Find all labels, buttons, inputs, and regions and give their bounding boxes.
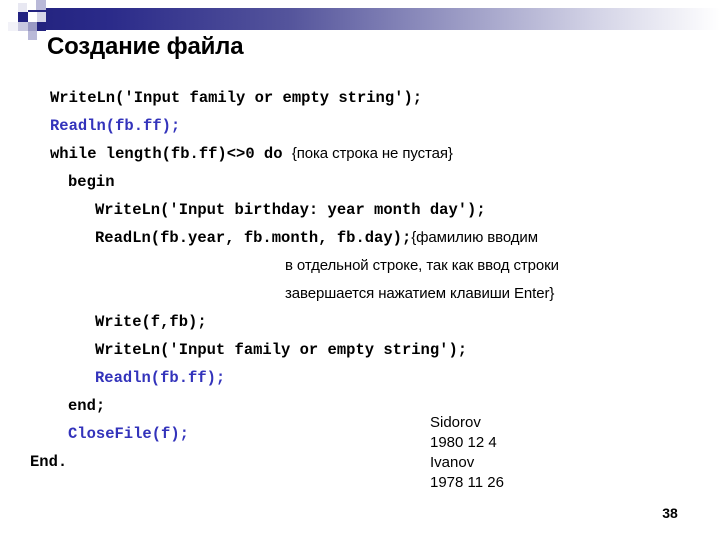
sample-output-line: Ivanov	[430, 454, 475, 471]
code-line: ReadLn(fb.year, fb.month, fb.day);{фамил…	[0, 224, 720, 252]
sample-output-line: 1980 12 4	[430, 434, 497, 451]
code-line: End.	[0, 448, 720, 476]
code-comment: {пока строка не пустая}	[291, 145, 453, 162]
header-accent-bar	[28, 8, 720, 30]
code-line: CloseFile(f);	[0, 420, 720, 448]
code-line: Write(f,fb);	[0, 308, 720, 336]
decoration-square	[37, 12, 46, 22]
code-comment: в отдельной строке, так как ввод строки	[285, 257, 559, 274]
code-line: end;	[0, 392, 720, 420]
code-line: WriteLn('Input family or empty string');	[0, 336, 720, 364]
code-text: ReadLn(fb.year, fb.month, fb.day);	[95, 229, 412, 247]
code-keyword: CloseFile(f);	[68, 425, 189, 443]
page-number: 38	[662, 505, 678, 521]
code-comment: {фамилию вводим	[411, 229, 538, 246]
code-block: WriteLn('Input family or empty string');…	[0, 84, 720, 476]
decoration-square	[28, 31, 37, 40]
decoration-square	[18, 12, 28, 22]
code-text: begin	[68, 173, 115, 191]
code-keyword: Readln(fb.ff);	[50, 117, 181, 135]
page-title: Создание файла	[47, 33, 244, 60]
code-text: WriteLn('Input family or empty string');	[95, 341, 468, 359]
code-line: WriteLn('Input birthday: year month day'…	[0, 196, 720, 224]
code-comment: завершается нажатием клавиши Enter}	[285, 285, 555, 302]
code-text: WriteLn('Input birthday: year month day'…	[95, 201, 486, 219]
decoration-square	[37, 22, 46, 31]
sample-output: Sidorov 1980 12 4 Ivanov 1978 11 26	[430, 413, 504, 493]
code-line: WriteLn('Input family or empty string');	[0, 84, 720, 112]
slide: Создание файла WriteLn('Input family or …	[0, 0, 720, 540]
decoration-square	[36, 0, 46, 10]
code-line: while length(fb.ff)<>0 do {пока строка н…	[0, 140, 720, 168]
decoration-square	[18, 3, 27, 12]
code-line: завершается нажатием клавиши Enter}	[0, 280, 720, 308]
code-line: begin	[0, 168, 720, 196]
code-text: end;	[68, 397, 106, 415]
sample-output-line: Sidorov	[430, 414, 481, 431]
decoration-square	[27, 0, 36, 10]
code-keyword: Readln(fb.ff);	[95, 369, 226, 387]
decoration-square	[8, 22, 18, 31]
decoration-square	[18, 31, 28, 40]
code-text: WriteLn('Input family or empty string');	[50, 89, 423, 107]
code-line: в отдельной строке, так как ввод строки	[0, 252, 720, 280]
code-text: while length(fb.ff)<>0 do	[50, 145, 292, 163]
decoration-square	[28, 22, 37, 31]
code-text: Write(f,fb);	[95, 313, 207, 331]
decoration-square	[18, 22, 28, 31]
sample-output-line: 1978 11 26	[430, 474, 504, 491]
code-text: End.	[30, 453, 68, 471]
code-line: Readln(fb.ff);	[0, 112, 720, 140]
code-line: Readln(fb.ff);	[0, 364, 720, 392]
decoration-square	[28, 12, 37, 22]
